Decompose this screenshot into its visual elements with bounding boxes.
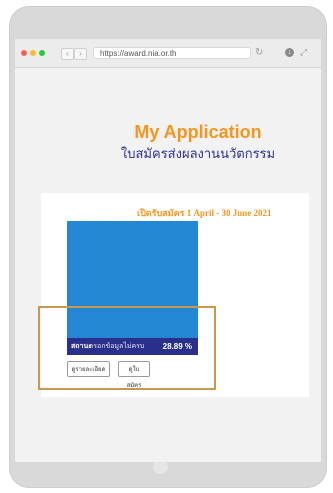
highlight-frame	[38, 306, 216, 390]
browser-screen: ‹ › https://award.nia.or.th ↻ ↓ ⤢ My App…	[15, 39, 321, 462]
fullscreen-icon[interactable]: ⤢	[300, 46, 307, 58]
page-subtitle: ใบสมัครส่งผลงานนวัตกรรม	[120, 146, 276, 161]
reload-icon[interactable]: ↻	[255, 47, 263, 59]
minimize-window-button[interactable]	[30, 50, 36, 56]
page-title: My Application	[134, 122, 262, 142]
maximize-window-button[interactable]	[39, 50, 45, 56]
browser-toolbar: ‹ › https://award.nia.or.th ↻ ↓ ⤢	[15, 39, 321, 68]
close-window-button[interactable]	[21, 50, 27, 56]
back-button[interactable]: ‹	[61, 48, 74, 60]
application-period: เปิดรับสมัคร 1 April - 30 June 2021	[137, 208, 272, 218]
forward-button[interactable]: ›	[74, 48, 87, 60]
download-icon[interactable]: ↓	[285, 48, 294, 57]
address-bar[interactable]: https://award.nia.or.th	[93, 47, 251, 59]
